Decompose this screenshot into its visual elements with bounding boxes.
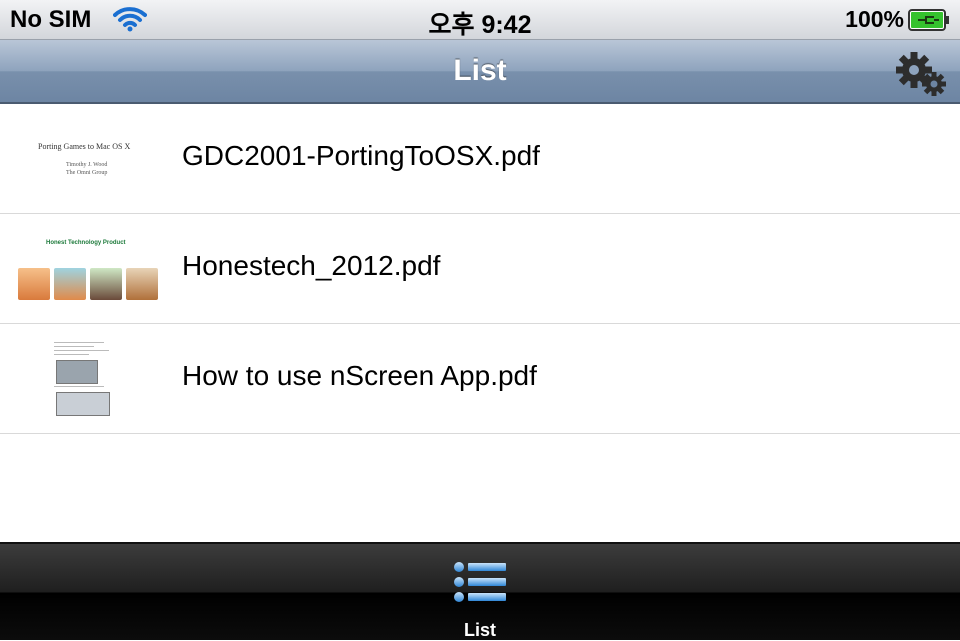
list-item[interactable]: Honest Technology Product 2012 Honestech…	[0, 214, 960, 324]
pdf-thumbnail: Porting Games to Mac OS X Timothy J. Woo…	[16, 118, 164, 202]
settings-button[interactable]	[894, 50, 950, 98]
tab-label: List	[463, 620, 496, 640]
thumbnail-text: Honest Technology Product	[46, 240, 126, 246]
file-name: GDC2001-PortingToOSX.pdf	[182, 140, 540, 171]
battery-percentage: 100%	[845, 6, 904, 32]
thumbnail-text: Porting Games to Mac OS X	[38, 142, 131, 151]
pdf-thumbnail: Honest Technology Product 2012	[16, 228, 164, 312]
page-title: List	[453, 54, 507, 87]
tab-bar: List	[0, 542, 960, 640]
pdf-thumbnail	[16, 338, 164, 422]
thumbnail-screenshot	[56, 392, 110, 416]
thumbnail-photo	[54, 268, 86, 300]
file-name: Honestech_2012.pdf	[182, 250, 441, 281]
thumbnail-text: The Omni Group	[66, 170, 108, 176]
thumbnail-page	[50, 338, 120, 422]
list-icon	[452, 560, 508, 613]
tab-list[interactable]: List	[430, 550, 530, 640]
file-list: Porting Games to Mac OS X Timothy J. Woo…	[0, 104, 960, 434]
thumbnail-photo	[18, 268, 50, 300]
file-name: How to use nScreen App.pdf	[182, 360, 537, 391]
list-item[interactable]: How to use nScreen App.pdf	[0, 324, 960, 434]
status-bar: No SIM 오후 9:42 100%	[0, 0, 960, 40]
status-time: 오후 9:42	[428, 11, 532, 39]
battery-charging-icon	[908, 9, 950, 36]
thumbnail-screenshot	[56, 360, 98, 384]
gear-icon	[894, 52, 950, 102]
thumbnail-text: Timothy J. Wood	[66, 162, 108, 168]
thumbnail-photo	[90, 268, 122, 300]
navigation-bar: List	[0, 40, 960, 104]
list-item[interactable]: Porting Games to Mac OS X Timothy J. Woo…	[0, 104, 960, 214]
thumbnail-photo	[126, 268, 158, 300]
